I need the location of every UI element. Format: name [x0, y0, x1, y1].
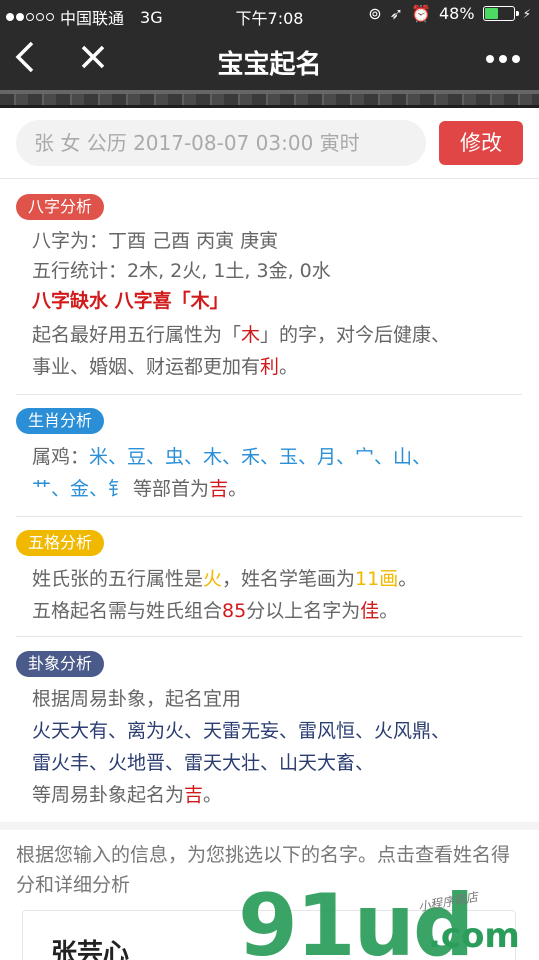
shengxiao-line: 艹、金、钅 等部首为吉。 — [32, 478, 248, 500]
charging-icon: ⚡ — [522, 6, 531, 21]
status-right: ⊚ ➶ ⏰ 48% ⚡ — [368, 4, 531, 23]
page-title: 宝宝起名 — [217, 50, 322, 80]
bazi-line: 起名最好用五行属性为「木」的字，对今后健康、 — [32, 324, 451, 346]
shengxiao-badge: 生肖分析 — [16, 408, 105, 434]
bazi-line: 五行统计：2木, 2火, 1土, 3金, 0水 — [32, 260, 331, 282]
battery-percent: 48% — [439, 4, 475, 23]
guaxiang-line: 根据周易卦象，起名宜用 — [32, 688, 242, 710]
lock-rotation-icon: ⊚ — [368, 4, 382, 23]
bazi-badge: 八字分析 — [16, 194, 105, 220]
status-bar: 中国联通 3G 下午7:08 ⊚ ➶ ⏰ 48% ⚡ — [0, 0, 539, 30]
divider — [16, 636, 522, 637]
bazi-line: 八字为：丁酉 己酉 丙寅 庚寅 — [32, 230, 279, 252]
nav-bar: 宝宝起名 — [0, 30, 539, 90]
alarm-icon: ⏰ — [411, 4, 431, 23]
watermark-suffix: .com — [428, 916, 520, 956]
battery-icon — [482, 6, 519, 21]
wuge-line: 五格起名需与姓氏组合85分以上名字为佳。 — [32, 600, 399, 622]
more-icon[interactable] — [485, 42, 521, 84]
guaxiang-line: 雷火丰、火地晋、雷天大壮、山天大畜、 — [32, 752, 375, 774]
divider — [0, 178, 539, 179]
modify-button[interactable]: 修改 — [439, 121, 523, 165]
shengxiao-line: 属鸡：米、豆、虫、木、禾、玉、月、宀、山、 — [32, 446, 432, 468]
guaxiang-badge: 卦象分析 — [16, 651, 105, 677]
guaxiang-line: 等周易卦象起名为吉。 — [32, 784, 223, 806]
guaxiang-line: 火天大有、离为火、天雷无妄、雷风恒、火风鼎、 — [32, 720, 451, 742]
divider — [16, 394, 522, 395]
roof-tile-decoration — [0, 90, 539, 108]
divider — [16, 516, 522, 517]
birth-info-input[interactable] — [16, 120, 426, 166]
bazi-line: 八字缺水 八字喜「木」 — [32, 290, 229, 312]
wuge-line: 姓氏张的五行属性是火，姓名学笔画为11画。 — [32, 568, 418, 590]
bazi-line: 事业、婚姻、财运都更加有利。 — [32, 356, 299, 378]
name-result-label: 张芸心 — [51, 939, 130, 960]
wuge-badge: 五格分析 — [16, 530, 105, 556]
section-gap — [0, 822, 539, 830]
location-icon: ➶ — [389, 4, 404, 23]
